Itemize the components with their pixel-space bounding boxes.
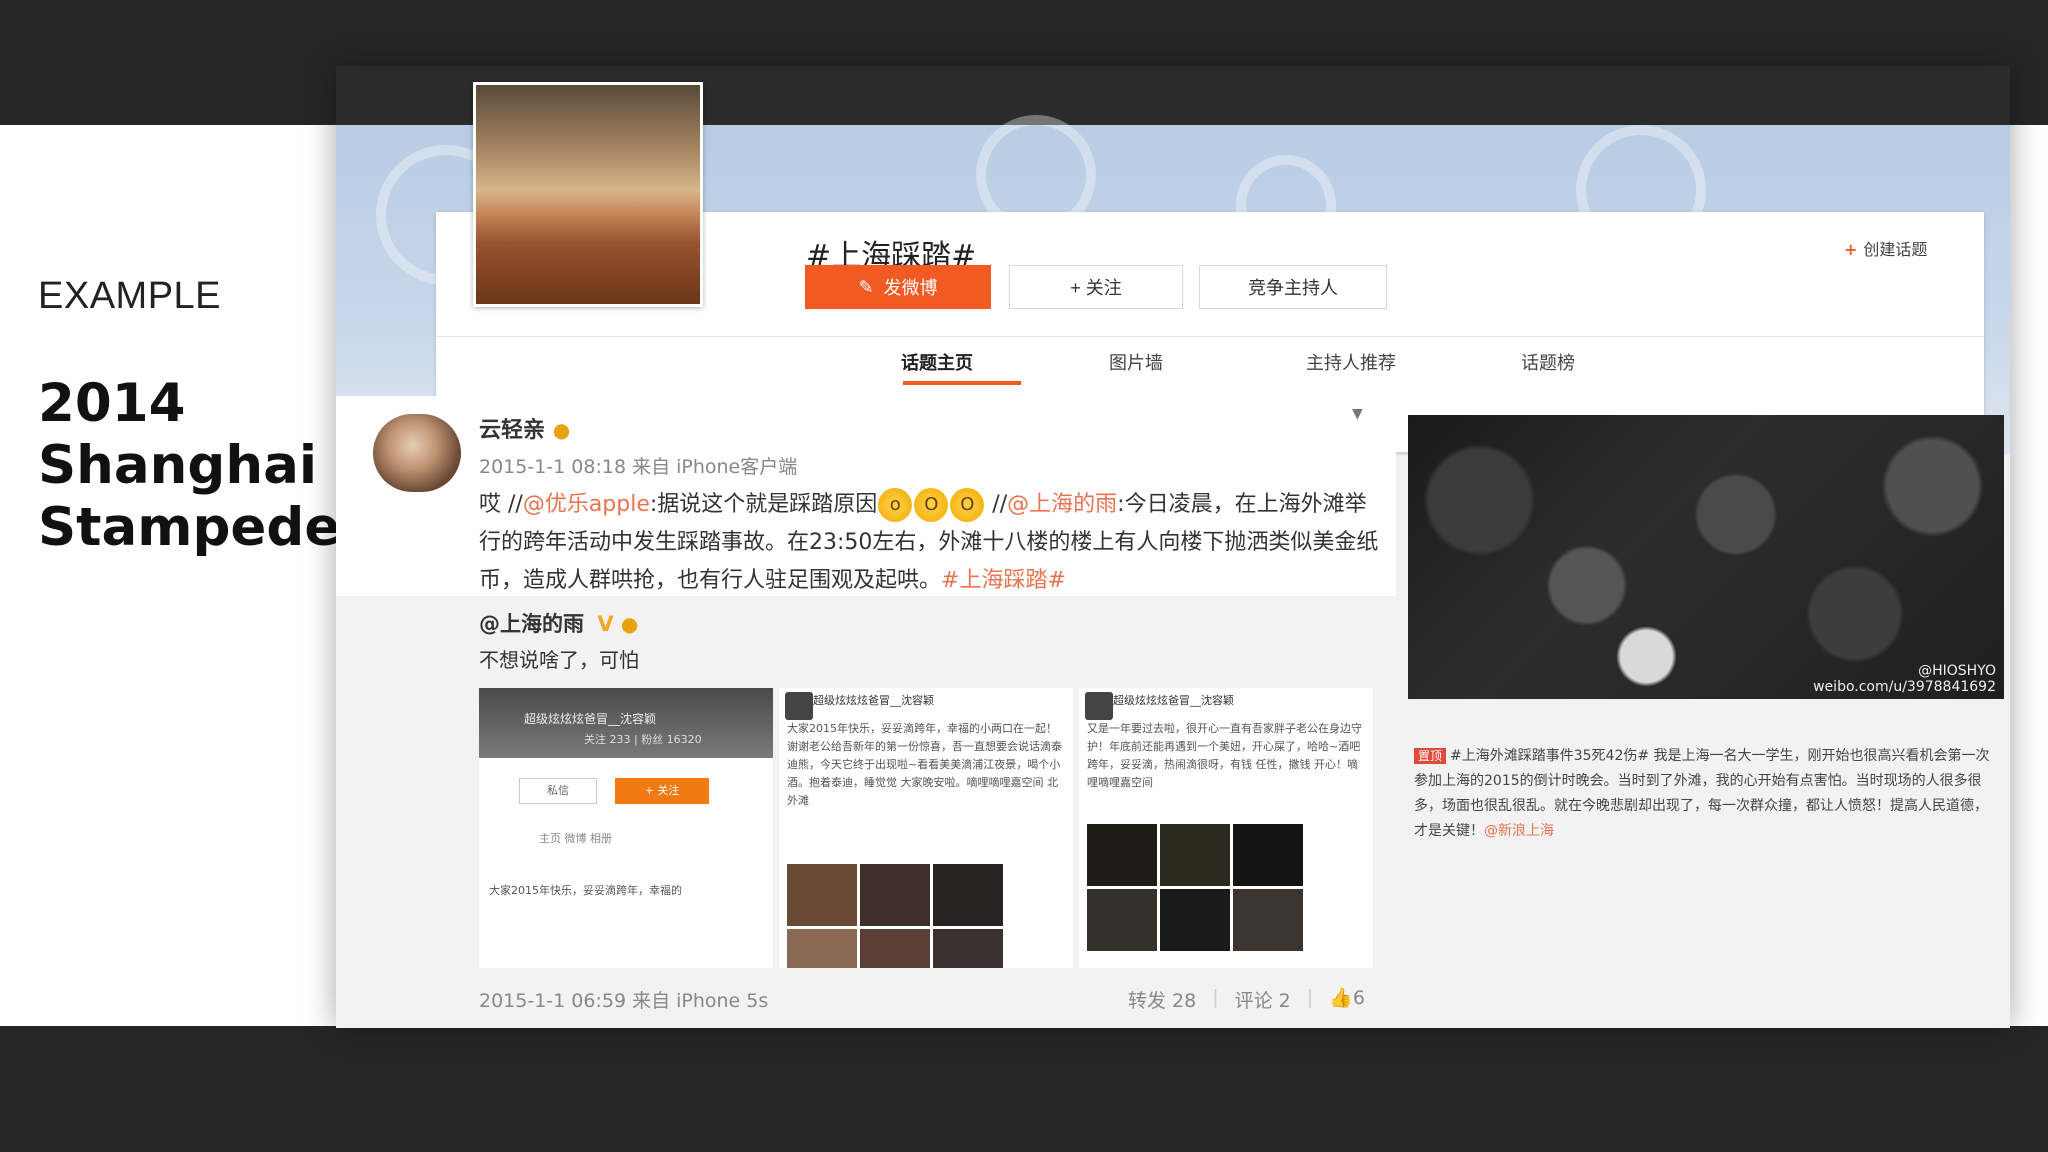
weibo-screenshot: #上海踩踏# ✎ 发微博 + 关注 竞争主持人 + 创建话题 话题主页 图片墙 主…: [336, 66, 2010, 1028]
thumb-profile-name: 超级炫炫炫爸冒__沈容颖: [524, 712, 657, 726]
bottom-letterbox: [0, 1026, 2048, 1152]
photo: [787, 864, 857, 926]
tab-host-recommend[interactable]: 主持人推荐: [1306, 349, 1396, 375]
divider: |: [1306, 986, 1314, 1008]
thumb-avatar: [785, 692, 813, 720]
mention-link[interactable]: @优乐apple: [523, 492, 650, 517]
like-count: 6: [1352, 987, 1365, 1009]
weibo-post: 云轻亲 ● ▼ 2015-1-1 08:18 来自 iPhone客户端 哎 //…: [336, 396, 1396, 1028]
repost-author-name: @上海的雨: [479, 612, 584, 636]
compete-host-label: 竞争主持人: [1248, 278, 1338, 298]
post-text-separator: //: [985, 492, 1008, 517]
create-topic-label: 创建话题: [1863, 240, 1928, 259]
photo: [1233, 889, 1303, 951]
hashtag-link[interactable]: #上海踩踏#: [941, 568, 1066, 593]
repost-text: 不想说啥了，可怕: [479, 648, 639, 672]
compete-host-button[interactable]: 竞争主持人: [1199, 265, 1387, 309]
repost-image-profile[interactable]: 超级炫炫炫爸冒__沈容颖 关注 233 | 粉丝 16320 私信 + 关注 主…: [479, 688, 773, 968]
repost-count[interactable]: 转发 28: [1128, 986, 1196, 1013]
mention-link[interactable]: @新浪上海: [1484, 823, 1554, 839]
edit-icon: ✎: [858, 276, 874, 297]
photo: [860, 929, 930, 968]
tab-topic-home[interactable]: 话题主页: [901, 349, 973, 375]
tab-topic-ranking[interactable]: 话题榜: [1521, 349, 1575, 375]
thumb-photo-grid: [1087, 824, 1303, 951]
post-author-name: 云轻亲: [479, 418, 546, 443]
thumb-profile-header: 超级炫炫炫爸冒__沈容颖 关注 233 | 粉丝 16320: [479, 688, 773, 758]
thumb-message-button: 私信: [519, 778, 597, 804]
thumb-post-text: 又是一年要过去啦，很开心一直有吾家胖子老公在身边守护！年底前还能再遇到一个美妞，…: [1087, 722, 1362, 789]
photo: [1087, 824, 1157, 886]
repost-image-post[interactable]: 超级炫炫炫爸冒__沈容颖 又是一年要过去啦，很开心一直有吾家胖子老公在身边守护！…: [1079, 688, 1373, 968]
thumb-profile-tabs: 主页 微博 相册: [539, 832, 612, 845]
thumb-profile-buttons: 私信 + 关注: [479, 758, 773, 804]
verified-icon: V: [597, 612, 614, 636]
photo-watermark: @HIOSHYO weibo.com/u/3978841692: [1813, 663, 1996, 695]
chevron-down-icon[interactable]: ▼: [1352, 406, 1363, 422]
thumbs-up-icon: 👍: [1329, 987, 1353, 1009]
slide-label: EXAMPLE: [38, 275, 222, 317]
follow-button-label: + 关注: [1070, 278, 1122, 298]
divider: |: [1212, 986, 1219, 1008]
mention-link[interactable]: @上海的雨: [1007, 492, 1117, 517]
post-actions: 转发 28 | 评论 2 | 👍6: [1128, 986, 1365, 1013]
avatar[interactable]: [373, 414, 461, 492]
thumb-profile-stats: 关注 233 | 粉丝 16320: [584, 733, 702, 746]
photo: [933, 864, 1003, 926]
plus-icon: +: [1844, 240, 1858, 259]
shocked-emoji-icon: O: [950, 488, 985, 522]
photo: [933, 929, 1003, 968]
crowd-photo[interactable]: @HIOSHYO weibo.com/u/3978841692: [1408, 415, 2004, 699]
thumb-post-name: 超级炫炫炫爸冒__沈容颖: [813, 694, 934, 707]
repost-author[interactable]: @上海的雨 V ●: [479, 608, 638, 638]
photo: [1160, 824, 1230, 886]
thumb-photo-grid: [787, 864, 1003, 968]
post-text-prefix: 哎 //: [479, 492, 523, 517]
post-author[interactable]: 云轻亲 ●: [479, 412, 570, 444]
photo: [1087, 889, 1157, 951]
reposted-content: @上海的雨 V ● 不想说啥了，可怕 超级炫炫炫爸冒__沈容颖 关注 233 |…: [336, 596, 1396, 1028]
thumb-follow-button: + 关注: [615, 778, 709, 804]
post-text-part: :据说这个就是踩踏原因: [649, 492, 878, 517]
topic-cover-image: [473, 82, 703, 307]
post-button-label: 发微博: [883, 278, 938, 298]
shocked-emoji-icon: o: [878, 488, 913, 522]
like-button[interactable]: 👍6: [1329, 986, 1365, 1013]
balloon-icon: ●: [620, 612, 639, 636]
photo: [1160, 889, 1230, 951]
repost-footer-meta: 2015-1-1 06:59 来自 iPhone 5s: [479, 990, 769, 1012]
repost-image-post[interactable]: 超级炫炫炫爸冒__沈容颖 大家2015年快乐，妥妥滴跨年，幸福的小两口在一起！谢…: [779, 688, 1073, 968]
thumb-post-name: 超级炫炫炫爸冒__沈容颖: [1113, 694, 1234, 707]
slide-heading: 2014 Shanghai Stampede: [38, 373, 341, 558]
post-timestamp: 2015-1-1 08:18 来自 iPhone客户端: [479, 456, 798, 478]
side-news-post: 置顶 #上海外滩踩踏事件35死42伤# 我是上海一名大一学生，刚开始也很高兴看机会…: [1414, 744, 1999, 844]
photo: [1233, 824, 1303, 886]
follow-button[interactable]: + 关注: [1009, 265, 1183, 309]
comment-count[interactable]: 评论 2: [1235, 986, 1291, 1013]
topic-tabs: 话题主页 图片墙 主持人推荐 话题榜: [436, 336, 1984, 386]
balloon-icon: ●: [552, 418, 571, 442]
post-button[interactable]: ✎ 发微博: [805, 265, 991, 309]
photo: [860, 864, 930, 926]
post-body: 哎 //@优乐apple:据说这个就是踩踏原因 o O O //@上海的雨:今日凌晨，…: [479, 486, 1379, 600]
pinned-badge: 置顶: [1414, 748, 1447, 764]
tab-photo-wall[interactable]: 图片墙: [1109, 349, 1163, 375]
thumb-avatar: [1085, 692, 1113, 720]
photo: [787, 929, 857, 968]
thumb-post-text: 大家2015年快乐，妥妥滴跨年，幸福的小两口在一起！谢谢老公给吾新年的第一份惊喜…: [787, 722, 1062, 807]
shocked-emoji-icon: O: [914, 488, 949, 522]
active-tab-indicator: [903, 381, 1021, 385]
thumb-profile-line: 大家2015年快乐，妥妥滴跨年，幸福的: [489, 884, 682, 897]
create-topic-link[interactable]: + 创建话题: [1844, 236, 1927, 260]
